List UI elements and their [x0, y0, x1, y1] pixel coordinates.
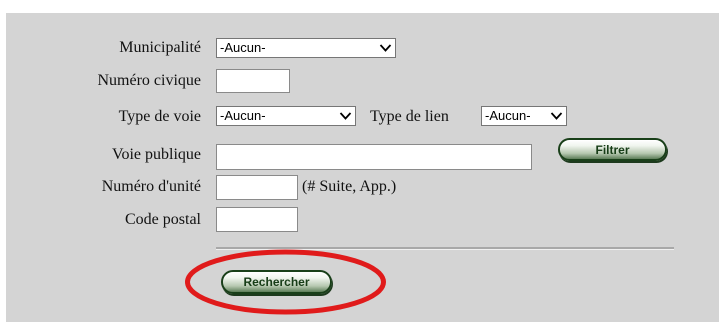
chevron-down-icon — [339, 112, 352, 120]
municipalite-value: -Aucun- — [220, 40, 266, 55]
chevron-down-icon — [379, 44, 392, 52]
voie-publique-input[interactable] — [216, 144, 532, 170]
numero-civique-label: Numéro civique — [97, 72, 201, 89]
code-postal-label: Code postal — [125, 211, 201, 228]
numero-unite-input[interactable] — [216, 175, 298, 200]
chevron-down-icon — [550, 112, 563, 120]
type-de-voie-label: Type de voie — [118, 108, 201, 125]
type-de-lien-select[interactable]: -Aucun- — [481, 106, 567, 126]
type-de-lien-value: -Aucun- — [485, 108, 531, 123]
municipalite-label: Municipalité — [119, 39, 201, 56]
numero-unite-hint: (# Suite, App.) — [302, 178, 397, 195]
numero-unite-label: Numéro d'unité — [101, 178, 201, 195]
voie-publique-label: Voie publique — [111, 146, 201, 163]
type-de-voie-value: -Aucun- — [220, 108, 266, 123]
type-de-lien-label: Type de lien — [370, 108, 449, 125]
highlight-circle — [185, 249, 386, 315]
code-postal-input[interactable] — [216, 207, 298, 232]
filtrer-button[interactable]: Filtrer — [558, 138, 667, 161]
type-de-voie-select[interactable]: -Aucun- — [216, 106, 356, 126]
numero-civique-input[interactable] — [216, 69, 290, 93]
municipalite-select[interactable]: -Aucun- — [216, 38, 396, 58]
